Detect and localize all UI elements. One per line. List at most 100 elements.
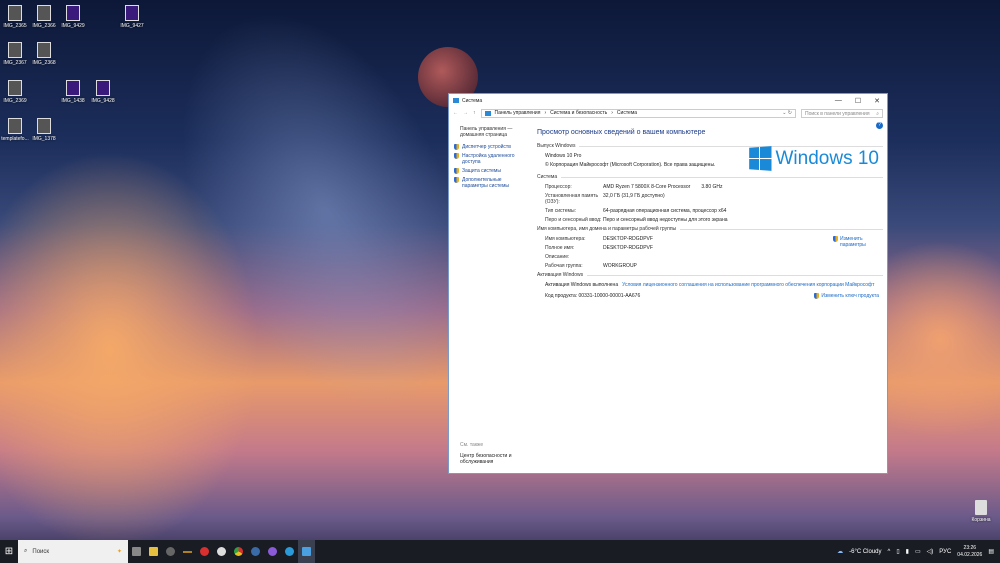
- title-bar[interactable]: Система — ☐ ✕: [449, 94, 887, 107]
- license-terms-link[interactable]: Условия лицензионного соглашения на испо…: [622, 282, 874, 288]
- weather[interactable]: -6°C Cloudy: [849, 549, 881, 555]
- workgroup-label: Рабочая группа:: [545, 263, 583, 269]
- task-view-icon[interactable]: [128, 540, 145, 563]
- full-name-value: DESKTOP-RDGDPVF: [603, 245, 653, 251]
- pen-touch-value: Перо и сенсорный ввод недоступны для это…: [603, 217, 728, 223]
- computer-name-label: Имя компьютера:: [545, 236, 586, 242]
- system-window: Система — ☐ ✕ ← → ↑ Панель управления › С…: [448, 93, 888, 474]
- see-also-label: См. также: [460, 442, 484, 448]
- search-icon: ⌕: [24, 548, 28, 554]
- ram-value: 32,0 ГБ (31,9 ГБ доступно): [603, 193, 665, 199]
- cloud-icon: ☁: [837, 549, 844, 555]
- desktop-icon[interactable]: templatefo...: [0, 118, 30, 142]
- volume-icon[interactable]: ◁): [927, 548, 934, 555]
- app-icon[interactable]: [264, 540, 281, 563]
- breadcrumb-item[interactable]: Система: [617, 110, 637, 116]
- main-content: ? Просмотр основных сведений о вашем ком…: [537, 120, 883, 473]
- navigation-bar: ← → ↑ Панель управления › Система и безоп…: [449, 107, 887, 119]
- shield-icon: [454, 168, 459, 174]
- shield-icon: [833, 236, 838, 242]
- desktop-icon[interactable]: IMG_1378: [29, 118, 59, 142]
- system-tray: ☁ -6°C Cloudy ^ ▯ ▮ ▭ ◁) РУС 23:26 04.02.…: [837, 545, 1000, 559]
- telegram-icon[interactable]: [281, 540, 298, 563]
- full-name-label: Полное имя:: [545, 245, 575, 251]
- desktop-icon[interactable]: IMG_2369: [0, 80, 30, 104]
- sidebar-link-remote[interactable]: Настройка удаленного доступа: [454, 153, 526, 165]
- file-explorer-icon[interactable]: [145, 540, 162, 563]
- chevron-up-icon[interactable]: ^: [888, 549, 891, 555]
- shield-icon: [814, 293, 820, 299]
- copyright: © Корпорация Майкрософт (Microsoft Corpo…: [545, 162, 716, 168]
- processor-value: AMD Ryzen 7 5800X 8-Core Processor 3.80 …: [603, 184, 723, 190]
- system-window-taskbar-icon[interactable]: [298, 540, 315, 563]
- app-icon[interactable]: [162, 540, 179, 563]
- activation-status: Активация Windows выполнена: [545, 282, 619, 288]
- app-icon[interactable]: [179, 540, 196, 563]
- description-label: Описание:: [545, 254, 570, 260]
- workgroup-value: WORKGROUP: [603, 263, 637, 269]
- address-bar[interactable]: Панель управления › Система и безопасност…: [480, 108, 796, 118]
- forward-icon[interactable]: →: [463, 110, 468, 116]
- help-icon[interactable]: ?: [876, 122, 883, 129]
- notifications-icon[interactable]: ▤: [988, 548, 994, 555]
- clock[interactable]: 23:26 04.02.2026: [957, 545, 982, 559]
- app-icon[interactable]: [196, 540, 213, 563]
- section-computer: Имя компьютера, имя домена и параметры р…: [537, 226, 883, 232]
- desktop-icon[interactable]: IMG_2367: [0, 42, 30, 66]
- computer-name-value: DESKTOP-RDGDPVF: [603, 236, 653, 242]
- usb-icon[interactable]: ▯: [896, 548, 899, 555]
- desktop-icon[interactable]: IMG_2368: [29, 42, 59, 66]
- system-icon: [453, 98, 459, 103]
- desktop-icon[interactable]: IMG_9427: [117, 5, 147, 29]
- desktop-icon[interactable]: IMG_1438: [58, 80, 88, 104]
- copilot-sparkle-icon: ✦: [116, 549, 122, 555]
- product-key: Код продукта: 00331-10000-00001-AA676: [545, 293, 641, 299]
- ram-label: Установленная память (ОЗУ):: [545, 193, 599, 205]
- section-system: Система: [537, 174, 883, 180]
- up-icon[interactable]: ↑: [473, 110, 476, 116]
- processor-label: Процессор:: [545, 184, 572, 190]
- search-icon: ⌕: [876, 110, 879, 117]
- taskbar: ⊞ ⌕ Поиск ✦ ☁ -6°C Cloudy ^ ▯ ▮ ▭ ◁) РУС 2…: [0, 540, 1000, 563]
- sidebar: Панель управления — домашняя страница Ди…: [449, 120, 531, 473]
- refresh-icon[interactable]: ⌄ ↻: [782, 110, 792, 116]
- chrome-icon[interactable]: [230, 540, 247, 563]
- shield-icon: [454, 144, 459, 150]
- shield-icon: [454, 177, 459, 183]
- settings-icon[interactable]: [213, 540, 230, 563]
- desktop-icon[interactable]: IMG_2365: [0, 5, 30, 29]
- system-type-label: Тип системы:: [545, 208, 576, 214]
- change-product-key-link[interactable]: Изменить ключ продукта: [814, 293, 879, 299]
- control-panel-icon: [484, 110, 491, 116]
- control-panel-home-link[interactable]: Панель управления — домашняя страница: [454, 126, 526, 138]
- search-input[interactable]: Поиск в панели управления ⌕: [801, 108, 883, 118]
- edition-name: Windows 10 Pro: [545, 153, 582, 159]
- windows-10-logo: Windows 10: [748, 146, 879, 171]
- taskbar-search[interactable]: ⌕ Поиск ✦: [18, 540, 128, 563]
- recycle-bin[interactable]: Корзина: [966, 500, 996, 523]
- sidebar-link-advanced[interactable]: Дополнительные параметры системы: [454, 177, 526, 189]
- network-icon[interactable]: ▭: [915, 548, 921, 555]
- start-button[interactable]: ⊞: [0, 546, 18, 557]
- desktop-icon[interactable]: IMG_2366: [29, 5, 59, 29]
- desktop-icon[interactable]: IMG_9429: [58, 5, 88, 29]
- minimize-button[interactable]: —: [835, 97, 842, 105]
- window-title: Система: [462, 97, 483, 104]
- maximize-button[interactable]: ☐: [855, 97, 861, 105]
- pen-touch-label: Перо и сенсорный ввод:: [545, 217, 602, 223]
- sidebar-link-protection[interactable]: Защита системы: [454, 168, 526, 174]
- sidebar-link-device-manager[interactable]: Диспетчер устройств: [454, 144, 526, 150]
- security-center-link[interactable]: Центр безопасности и обслуживания: [460, 453, 520, 465]
- recycle-bin-icon: [975, 500, 987, 515]
- close-button[interactable]: ✕: [874, 97, 880, 105]
- language-indicator[interactable]: РУС: [939, 549, 951, 555]
- breadcrumb-item[interactable]: Панель управления: [495, 110, 541, 116]
- system-type-value: 64-разрядная операционная система, проце…: [603, 208, 727, 214]
- change-settings-link[interactable]: Изменить параметры: [833, 236, 877, 248]
- steam-icon[interactable]: [247, 540, 264, 563]
- microphone-icon[interactable]: ▮: [906, 548, 909, 555]
- back-icon[interactable]: ←: [453, 110, 458, 116]
- page-title: Просмотр основных сведений о вашем компь…: [537, 129, 706, 136]
- breadcrumb-item[interactable]: Система и безопасность: [550, 110, 607, 116]
- desktop-icon[interactable]: IMG_9428: [88, 80, 118, 104]
